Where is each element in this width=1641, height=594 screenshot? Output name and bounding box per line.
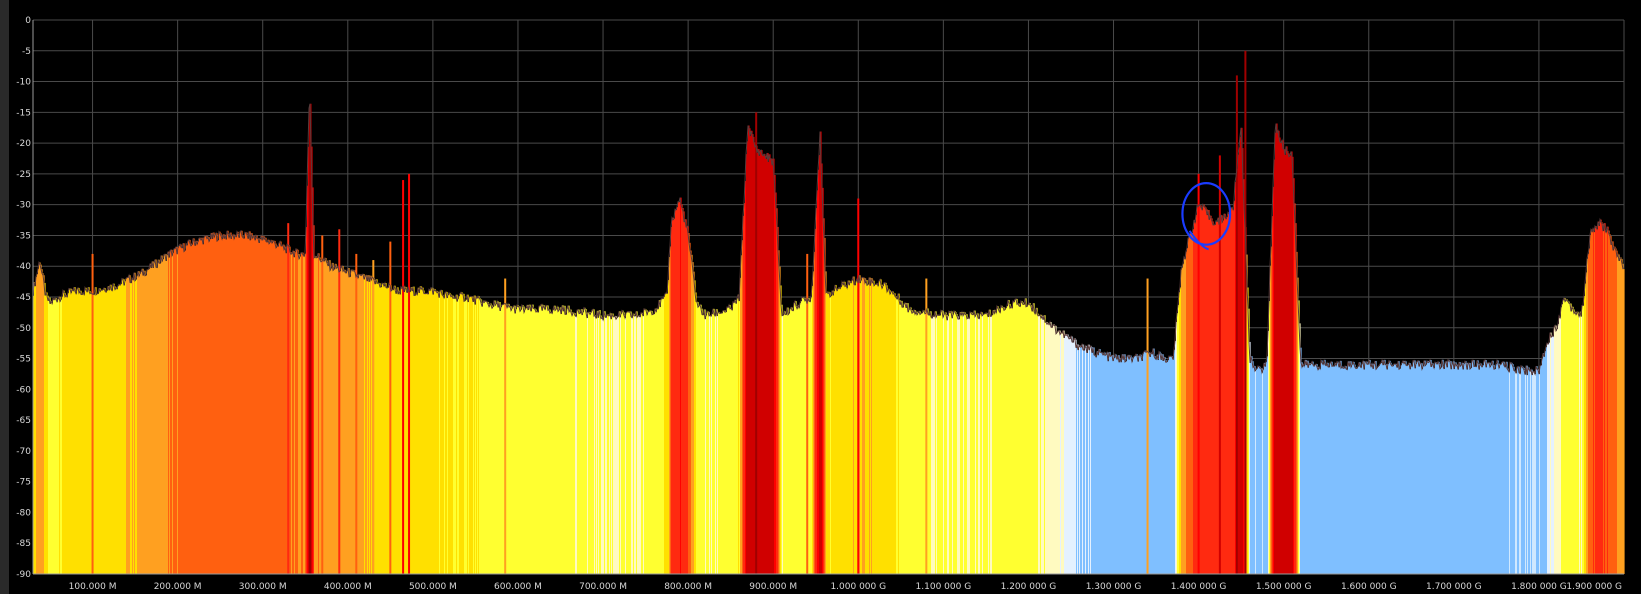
y-tick-label: -20 (16, 139, 31, 149)
spur-spike (261, 241, 264, 574)
y-tick-label: -25 (16, 170, 31, 180)
y-tick-label: -60 (16, 385, 31, 395)
x-tick-label: 1.900 000 G (1566, 582, 1622, 592)
y-tick-label: -50 (16, 324, 31, 334)
spur-spike (321, 235, 324, 574)
y-tick-label: -15 (16, 108, 31, 118)
x-tick-label: 1.600 000 G (1341, 582, 1397, 592)
y-tick-label: -35 (16, 231, 31, 241)
y-tick-label: -85 (16, 539, 31, 549)
spur-spike (338, 229, 341, 575)
y-tick-label: -75 (16, 478, 31, 488)
spur-spike (1197, 173, 1200, 574)
x-tick-label: 200.000 M (154, 582, 202, 592)
x-tick-label: 1.800 000 G (1511, 582, 1567, 592)
y-tick-label: -80 (16, 508, 31, 518)
spur-spike (857, 198, 860, 574)
spur-spike (355, 253, 358, 574)
x-tick-label: 800.000 M (664, 582, 712, 592)
y-tick-label: -90 (16, 570, 31, 580)
spur-spike (1244, 50, 1247, 575)
x-tick-label: 1.200 000 G (1001, 582, 1057, 592)
y-tick-label: -40 (16, 262, 31, 272)
y-tick-label: -45 (16, 293, 31, 303)
spur-spike (925, 278, 928, 574)
x-tick-label: 1.700 000 G (1426, 582, 1482, 592)
x-tick-label: 700.000 M (579, 582, 627, 592)
spur-spike (1235, 75, 1238, 575)
x-tick-label: 1.400 000 G (1171, 582, 1227, 592)
x-tick-label: 500.000 M (409, 582, 457, 592)
spur-spike (91, 253, 94, 574)
x-tick-label: 600.000 M (494, 582, 542, 592)
spur-spike (1146, 278, 1149, 574)
spectrum-chart: 0 -5 -10 -15 -20 -25 -30 -35 -40 -45 -50 -55 -60 -65 -… (16, 16, 1625, 592)
spur-spike (372, 260, 375, 574)
y-tick-label: 0 (25, 16, 31, 26)
spur-spike (408, 173, 411, 574)
spur-spike (402, 180, 405, 575)
spur-spike (287, 223, 290, 574)
y-tick-label: -70 (16, 447, 31, 457)
y-tick-label: -65 (16, 416, 31, 426)
spur-spike (755, 112, 758, 574)
y-tick-label: -55 (16, 355, 31, 365)
x-tick-label: 300.000 M (239, 582, 287, 592)
x-tick-label: 1.000 000 G (830, 582, 886, 592)
y-tick-label: -30 (16, 201, 31, 211)
x-tick-label: 1.300 000 G (1086, 582, 1142, 592)
spur-spike (504, 278, 507, 574)
x-tick-label: 100.000 M (69, 582, 117, 592)
y-tick-label: -5 (22, 47, 31, 57)
x-tick-label: 900.000 M (749, 582, 797, 592)
x-tick-label: 1.500 000 G (1256, 582, 1312, 592)
y-tick-label: -10 (16, 78, 31, 88)
x-tick-label: 1.100 000 G (916, 582, 972, 592)
spectrum-bar (1623, 269, 1625, 574)
x-tick-label: 400.000 M (324, 582, 372, 592)
